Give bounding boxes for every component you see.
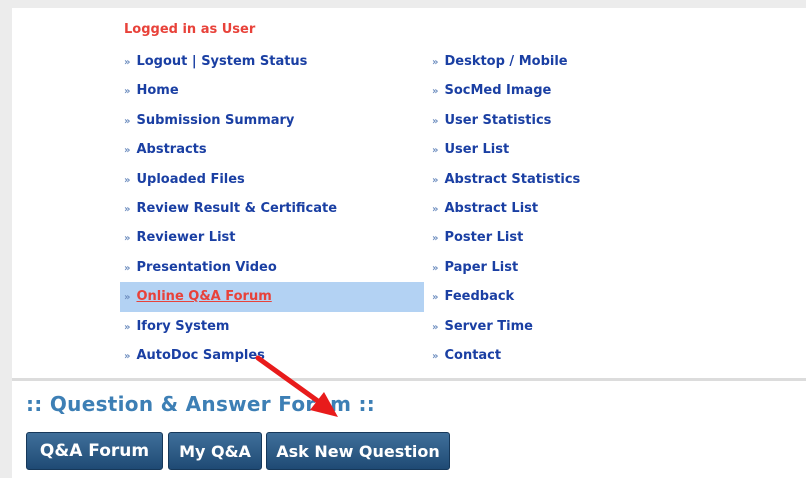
menu-item-label: Abstract List	[444, 200, 539, 216]
menu-item-autodoc-samples[interactable]: » AutoDoc Samples	[120, 341, 424, 370]
menu-item-label: Desktop / Mobile	[444, 54, 568, 69]
menu-item-home[interactable]: » Home	[120, 76, 424, 105]
menu-item-user-list[interactable]: » User List	[428, 135, 728, 164]
bullet-icon: »	[124, 145, 131, 157]
logged-in-status: Logged in as User	[124, 22, 256, 37]
menu-item-review-result-certificate[interactable]: » Review Result & Certificate	[120, 194, 424, 223]
menu-item-poster-list[interactable]: » Poster List	[428, 223, 728, 252]
menu-item-label: SocMed Image	[444, 83, 552, 99]
menu-item-abstract-statistics[interactable]: » Abstract Statistics	[428, 165, 728, 194]
forum-title: :: Question & Answer Forum ::	[26, 392, 376, 416]
menu-item-online-qa-forum[interactable]: » Online Q&A Forum	[120, 282, 424, 312]
menu-item-label: Server Time	[444, 318, 533, 334]
bullet-icon: »	[124, 174, 131, 186]
bullet-icon: »	[124, 262, 131, 274]
menu-item-user-statistics[interactable]: » User Statistics	[428, 106, 728, 135]
menu-item-label: Uploaded Files	[136, 171, 245, 187]
menu-item-label: Presentation Video	[136, 259, 277, 275]
bullet-icon: »	[432, 86, 439, 98]
menu-item-label: Online Q&A Forum	[136, 289, 272, 305]
menu-item-label: Poster List	[444, 230, 524, 246]
menu-item-label: Ifory System	[136, 318, 230, 334]
bullet-icon: »	[124, 203, 131, 215]
bullet-icon: »	[432, 145, 439, 157]
ask-new-question-button[interactable]: Ask New Question	[266, 432, 450, 470]
bullet-icon: »	[124, 115, 131, 127]
menu-item-label: Abstract Statistics	[444, 171, 581, 187]
menu-item-paper-list[interactable]: » Paper List	[428, 253, 728, 282]
menu-item-reviewer-list[interactable]: » Reviewer List	[120, 223, 424, 252]
bullet-icon: »	[432, 115, 439, 127]
menu-item-abstract-list[interactable]: » Abstract List	[428, 194, 728, 223]
bullet-icon: »	[432, 292, 439, 304]
bullet-icon: »	[432, 174, 439, 186]
bullet-icon: »	[124, 57, 131, 68]
menu-item-contact[interactable]: » Contact	[428, 341, 728, 370]
bullet-icon: »	[124, 350, 131, 362]
menu-left-column: » Logout | System Status » Home » Submissio…	[120, 47, 424, 370]
menu-item-logout-system-status[interactable]: » Logout | System Status	[120, 47, 424, 76]
bullet-icon: »	[124, 233, 131, 245]
my-qa-button[interactable]: My Q&A	[168, 432, 262, 470]
menu-item-feedback[interactable]: » Feedback	[428, 282, 728, 311]
bullet-icon: »	[432, 321, 439, 333]
bullet-icon: »	[432, 203, 439, 215]
qa-forum-button[interactable]: Q&A Forum	[26, 432, 163, 470]
section-divider	[12, 378, 806, 381]
menu-item-label: Home	[136, 83, 179, 99]
menu-item-presentation-video[interactable]: » Presentation Video	[120, 253, 424, 282]
bullet-icon: »	[432, 350, 439, 362]
menu-item-label: Reviewer List	[136, 230, 236, 246]
menu-item-label: Abstracts	[136, 142, 207, 158]
menu-item-submission-summary[interactable]: » Submission Summary	[120, 106, 424, 135]
menu-item-server-time[interactable]: » Server Time	[428, 312, 728, 341]
menu-item-label: Review Result & Certificate	[136, 200, 338, 216]
menu-item-label: User Statistics	[444, 112, 552, 128]
menu-item-socmed-image[interactable]: » SocMed Image	[428, 76, 728, 105]
menu-item-desktop-mobile[interactable]: » Desktop / Mobile	[428, 47, 728, 76]
menu-item-ifory-system[interactable]: » Ifory System	[120, 312, 424, 341]
bullet-icon: »	[432, 233, 439, 245]
menu-item-abstracts[interactable]: » Abstracts	[120, 135, 424, 164]
menu-right-column: » Desktop / Mobile » SocMed Image » User St…	[428, 47, 728, 370]
menu-item-label: Paper List	[444, 259, 519, 275]
menu-item-uploaded-files[interactable]: » Uploaded Files	[120, 165, 424, 194]
bullet-icon: »	[124, 321, 131, 333]
menu-item-label: AutoDoc Samples	[136, 347, 265, 363]
bullet-icon: »	[124, 292, 131, 304]
menu-item-label: Submission Summary	[136, 112, 295, 128]
bullet-icon: »	[432, 262, 439, 274]
menu-item-label: Logout | System Status	[136, 54, 308, 69]
bullet-icon: »	[124, 86, 131, 98]
bullet-icon: »	[432, 57, 439, 68]
menu-item-label: User List	[444, 142, 510, 158]
menu-item-label: Feedback	[444, 289, 515, 305]
menu-item-label: Contact	[444, 347, 502, 363]
